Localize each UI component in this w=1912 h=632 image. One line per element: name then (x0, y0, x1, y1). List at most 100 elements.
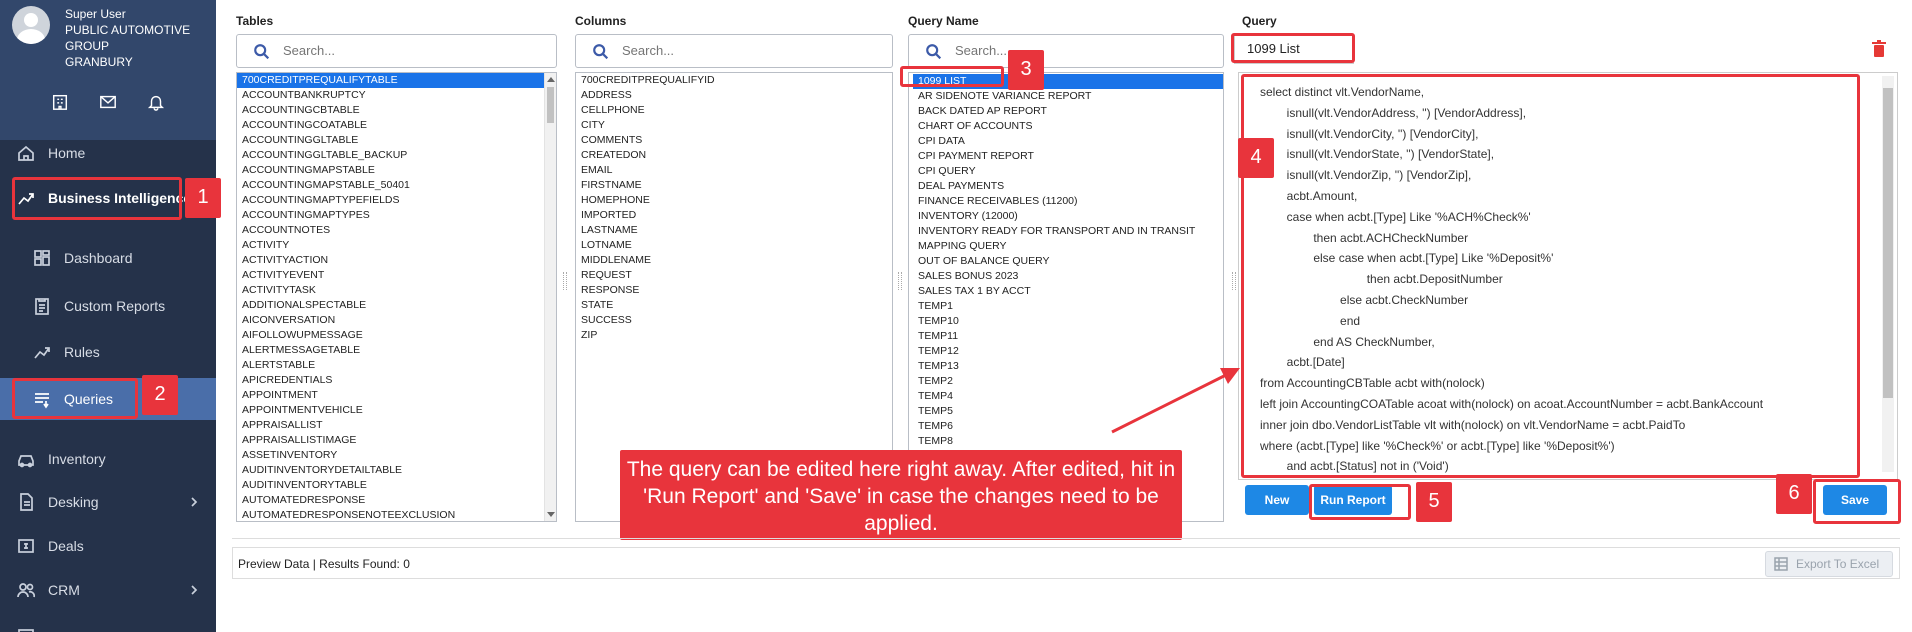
table-row[interactable]: ACCOUNTINGMAPTYPES (237, 208, 556, 223)
column-row[interactable]: CELLPHONE (576, 103, 892, 118)
nav-more[interactable] (0, 616, 216, 632)
column-row[interactable]: IMPORTED (576, 208, 892, 223)
table-row[interactable]: ACTIVITY (237, 238, 556, 253)
tables-search-input[interactable] (283, 43, 483, 58)
nav-desking[interactable]: Desking (0, 482, 216, 522)
table-row[interactable]: ACCOUNTINGMAPSTABLE (237, 163, 556, 178)
table-row[interactable]: ADDITIONALSPECTABLE (237, 298, 556, 313)
table-row[interactable]: APPRAISALLISTIMAGE (237, 433, 556, 448)
column-row[interactable]: LASTNAME (576, 223, 892, 238)
export-button[interactable]: Export To Excel (1765, 551, 1893, 577)
column-row[interactable]: COMMENTS (576, 133, 892, 148)
column-row[interactable]: STATE (576, 298, 892, 313)
nav-home[interactable]: Home (0, 133, 216, 173)
query-name-row[interactable]: MAPPING QUERY (913, 239, 1223, 254)
tables-search[interactable] (236, 34, 557, 68)
query-name-row[interactable]: INVENTORY READY FOR TRANSPORT AND IN TRA… (913, 224, 1223, 239)
table-row[interactable]: APICREDENTIALS (237, 373, 556, 388)
table-row[interactable]: ACTIVITYEVENT (237, 268, 556, 283)
query-name-row[interactable]: TEMP8 (913, 434, 1223, 449)
columns-search-input[interactable] (622, 43, 822, 58)
table-row[interactable]: APPOINTMENT (237, 388, 556, 403)
building-icon[interactable] (51, 93, 69, 111)
column-row[interactable]: HOMEPHONE (576, 193, 892, 208)
query-name-row[interactable]: BACK DATED AP REPORT (913, 104, 1223, 119)
query-name-row[interactable]: TEMP1 (913, 299, 1223, 314)
table-row[interactable]: ALERTSTABLE (237, 358, 556, 373)
resize-handle[interactable] (563, 272, 567, 290)
table-row[interactable]: ACCOUNTINGGLTABLE_BACKUP (237, 148, 556, 163)
nav-inventory[interactable]: Inventory (0, 439, 216, 479)
query-name-row[interactable]: FINANCE RECEIVABLES (11200) (913, 194, 1223, 209)
table-row[interactable]: ACCOUNTNOTES (237, 223, 556, 238)
table-row[interactable]: ACCOUNTINGCOATABLE (237, 118, 556, 133)
table-row[interactable]: APPOINTMENTVEHICLE (237, 403, 556, 418)
query-name-row[interactable]: SALES BONUS 2023 (913, 269, 1223, 284)
query-name-row[interactable]: TEMP2 (913, 374, 1223, 389)
table-row[interactable]: ACTIVITYACTION (237, 253, 556, 268)
query-name-row[interactable]: TEMP13 (913, 359, 1223, 374)
new-button[interactable]: New (1245, 485, 1309, 515)
table-row[interactable]: 700CREDITPREQUALIFYTABLE (237, 73, 556, 88)
query-name-row[interactable]: CPI PAYMENT REPORT (913, 149, 1223, 164)
table-row[interactable]: AUTOMATEDRESPONSE (237, 493, 556, 508)
query-name-row[interactable]: CPI QUERY (913, 164, 1223, 179)
query-name-row[interactable]: TEMP6 (913, 419, 1223, 434)
nav-rules[interactable]: Rules (0, 332, 216, 372)
query-name-row[interactable]: TEMP11 (913, 329, 1223, 344)
avatar[interactable] (12, 6, 50, 44)
table-row[interactable]: ACTIVITYTASK (237, 283, 556, 298)
query-name-row[interactable]: SALES TAX 1 BY ACCT (913, 284, 1223, 299)
editor-scrollbar[interactable] (1882, 76, 1894, 472)
bell-icon[interactable] (147, 93, 165, 111)
table-row[interactable]: AUDITINVENTORYDETAILTABLE (237, 463, 556, 478)
trash-icon[interactable] (1872, 40, 1886, 58)
column-row[interactable]: SUCCESS (576, 313, 892, 328)
query-name-row[interactable]: TEMP5 (913, 404, 1223, 419)
table-row[interactable]: ACCOUNTINGMAPSTABLE_50401 (237, 178, 556, 193)
column-row[interactable]: FIRSTNAME (576, 178, 892, 193)
query-name-row[interactable]: CPI DATA (913, 134, 1223, 149)
table-row[interactable]: AUDITINVENTORYTABLE (237, 478, 556, 493)
column-row[interactable]: ZIP (576, 328, 892, 343)
table-row[interactable]: APPRAISALLIST (237, 418, 556, 433)
query-name-row[interactable]: TEMP12 (913, 344, 1223, 359)
table-row[interactable]: AICONVERSATION (237, 313, 556, 328)
table-row[interactable]: AIFOLLOWUPMESSAGE (237, 328, 556, 343)
query-name-row[interactable]: AR SIDENOTE VARIANCE REPORT (913, 89, 1223, 104)
column-row[interactable]: REQUEST (576, 268, 892, 283)
nav-deals[interactable]: Deals (0, 526, 216, 566)
query-name-row[interactable]: CHART OF ACCOUNTS (913, 119, 1223, 134)
column-row[interactable]: ADDRESS (576, 88, 892, 103)
column-row[interactable]: RESPONSE (576, 283, 892, 298)
resize-handle[interactable] (1232, 272, 1236, 290)
table-row[interactable]: ACCOUNTINGCBTABLE (237, 103, 556, 118)
nav-crm[interactable]: CRM (0, 570, 216, 610)
nav-custom-reports[interactable]: Custom Reports (0, 286, 216, 326)
table-row[interactable]: ACCOUNTINGMAPTYPEFIELDS (237, 193, 556, 208)
tables-list[interactable]: 700CREDITPREQUALIFYTABLE ACCOUNTBANKRUPTC… (236, 72, 557, 522)
table-row[interactable]: ACCOUNTINGGLTABLE (237, 133, 556, 148)
column-row[interactable]: 700CREDITPREQUALIFYID (576, 73, 892, 88)
column-row[interactable]: EMAIL (576, 163, 892, 178)
column-row[interactable]: CITY (576, 118, 892, 133)
table-row[interactable]: ASSETINVENTORY (237, 448, 556, 463)
query-name-row[interactable]: INVENTORY (12000) (913, 209, 1223, 224)
table-row[interactable]: ALERTMESSAGETABLE (237, 343, 556, 358)
column-row[interactable]: MIDDLENAME (576, 253, 892, 268)
query-name-row[interactable]: TEMP10 (913, 314, 1223, 329)
mail-icon[interactable] (99, 93, 117, 111)
query-name-row[interactable]: TEMP4 (913, 389, 1223, 404)
query-name-row[interactable]: OUT OF BALANCE QUERY (913, 254, 1223, 269)
table-row[interactable]: AUTOMATEDRESPONSENOTEEXCLUSION (237, 508, 556, 521)
query-name-search[interactable] (908, 34, 1224, 68)
tables-scrollbar[interactable] (544, 73, 556, 521)
nav-dashboard[interactable]: Dashboard (0, 238, 216, 278)
columns-search[interactable] (575, 34, 893, 68)
column-row[interactable]: CREATEDON (576, 148, 892, 163)
resize-handle[interactable] (898, 272, 902, 290)
table-row[interactable]: ACCOUNTBANKRUPTCY (237, 88, 556, 103)
column-row[interactable]: LOTNAME (576, 238, 892, 253)
query-name-search-input[interactable] (955, 43, 1155, 58)
query-name-row[interactable]: DEAL PAYMENTS (913, 179, 1223, 194)
